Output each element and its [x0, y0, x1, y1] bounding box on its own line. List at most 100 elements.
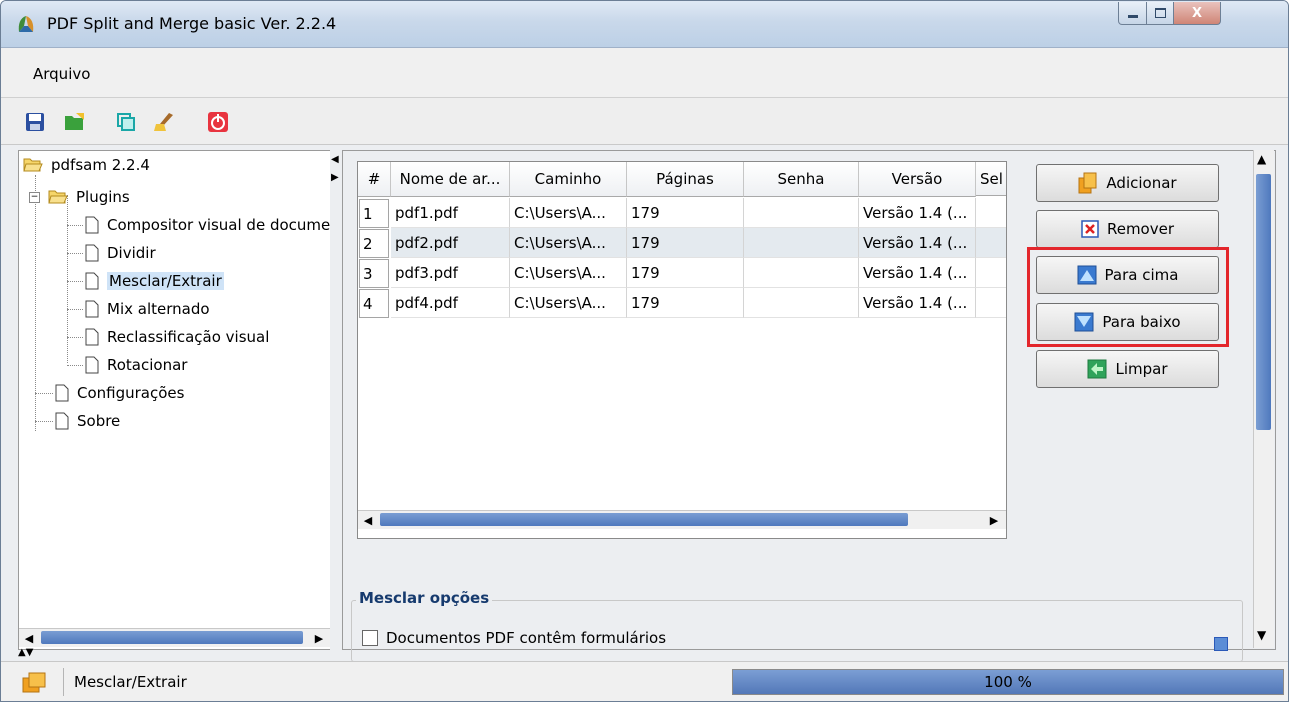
- column-header-pages[interactable]: Páginas: [627, 162, 744, 197]
- cell-name: pdf1.pdf: [391, 198, 510, 228]
- open-icon: [65, 113, 84, 130]
- row-number: 1: [359, 199, 389, 228]
- tree-plugins[interactable]: − Plugins: [29, 185, 130, 209]
- menu-arquivo[interactable]: Arquivo: [33, 65, 90, 83]
- app-window: PDF Split and Merge basic Ver. 2.2.4 X A…: [0, 0, 1289, 702]
- merge-options-title: Mesclar opções: [356, 589, 493, 607]
- tree-plugins-label: Plugins: [76, 188, 130, 206]
- document-icon: [85, 244, 99, 262]
- cell-path: C:\Users\A...: [510, 288, 627, 318]
- tree-item-mix-alternado[interactable]: Mix alternado: [85, 297, 210, 321]
- maximize-icon: [1154, 8, 1166, 18]
- tree-item-compositor[interactable]: Compositor visual de documentos: [85, 213, 331, 237]
- remove-button[interactable]: Remover: [1036, 210, 1219, 248]
- save-button[interactable]: [23, 110, 47, 134]
- scroll-left-icon[interactable]: ◀: [21, 631, 37, 645]
- open-button[interactable]: [63, 110, 87, 134]
- clear-button[interactable]: [152, 110, 176, 134]
- exit-button[interactable]: [206, 110, 230, 134]
- row-number: 4: [359, 289, 389, 318]
- tree-connector: [35, 393, 53, 394]
- tree-item-sobre[interactable]: Sobre: [55, 409, 120, 433]
- column-header-number[interactable]: #: [358, 162, 391, 197]
- cell-path: C:\Users\A...: [510, 228, 627, 258]
- cell-selection: [976, 288, 1006, 318]
- help-icon[interactable]: [1214, 637, 1228, 651]
- checkbox-box[interactable]: [362, 630, 378, 646]
- tree-item-mesclar-extrair[interactable]: Mesclar/Extrair: [85, 269, 224, 293]
- tree-item-rotacionar[interactable]: Rotacionar: [85, 353, 187, 377]
- panel-vertical-scrollbar[interactable]: ▲ ▼: [1253, 150, 1274, 648]
- folder-open-icon: [23, 158, 43, 172]
- scroll-left-icon[interactable]: ◀: [360, 513, 376, 527]
- tree-horizontal-scrollbar[interactable]: ◀ ▶: [19, 628, 331, 647]
- add-button[interactable]: Adicionar: [1036, 164, 1219, 202]
- cell-version: Versão 1.4 (...: [859, 288, 976, 318]
- cell-pages: 179: [627, 288, 744, 318]
- files-table: # Nome de ar... Caminho Páginas Senha Ve…: [357, 161, 1007, 539]
- forms-checkbox[interactable]: Documentos PDF contêm formulários: [362, 629, 666, 647]
- clear-list-button[interactable]: Limpar: [1036, 350, 1219, 388]
- plugin-status-icon: [22, 672, 46, 693]
- merge-panel: # Nome de ar... Caminho Páginas Senha Ve…: [342, 150, 1276, 662]
- tree-item-label: Mesclar/Extrair: [107, 272, 224, 290]
- scroll-right-icon[interactable]: ▶: [986, 513, 1002, 527]
- document-icon: [85, 356, 99, 374]
- tree-item-reclassificacao[interactable]: Reclassificação visual: [85, 325, 269, 349]
- cell-version: Versão 1.4 (...: [859, 258, 976, 288]
- folder-open-icon: [48, 190, 68, 204]
- table-horizontal-scrollbar[interactable]: ◀ ▶: [358, 510, 1006, 529]
- tree-item-configuracoes[interactable]: Configurações: [55, 381, 184, 405]
- minimize-button[interactable]: [1118, 2, 1147, 25]
- clear-list-icon: [1087, 359, 1107, 379]
- tree-root[interactable]: pdfsam 2.2.4: [23, 153, 150, 177]
- scrollbar-thumb[interactable]: [41, 631, 303, 644]
- tree-item-dividir[interactable]: Dividir: [85, 241, 156, 265]
- window-title: PDF Split and Merge basic Ver. 2.2.4: [47, 14, 337, 33]
- column-header-password[interactable]: Senha: [744, 162, 859, 197]
- column-header-path[interactable]: Caminho: [510, 162, 627, 197]
- tree-item-label: Configurações: [77, 384, 185, 402]
- toolbar: [1, 98, 1288, 145]
- scrollbar-thumb[interactable]: [380, 513, 908, 526]
- splitter-arrows-icon[interactable]: ▲▼: [18, 648, 33, 658]
- document-icon: [85, 272, 99, 290]
- cell-selection: [976, 198, 1006, 228]
- column-header-version[interactable]: Versão: [859, 162, 976, 197]
- row-number: 3: [359, 259, 389, 288]
- scroll-right-icon[interactable]: ▶: [311, 631, 327, 645]
- tree-connector: [67, 337, 83, 338]
- tree-connector: [67, 309, 83, 310]
- scroll-down-icon[interactable]: ▼: [1257, 628, 1266, 642]
- document-icon: [85, 216, 99, 234]
- maximize-button[interactable]: [1146, 2, 1174, 25]
- merge-options-group: Mesclar opções Documentos PDF contêm for…: [351, 589, 1243, 662]
- menu-bar: Arquivo: [1, 48, 1288, 98]
- progress-bar: 100 %: [732, 669, 1284, 695]
- tree-connector: [67, 253, 83, 254]
- expand-right-icon[interactable]: ▶: [331, 172, 339, 183]
- close-button[interactable]: X: [1173, 2, 1221, 25]
- plugin-tree-pane: pdfsam 2.2.4 − Plugins Compositor visual…: [18, 150, 332, 650]
- document-icon: [55, 412, 69, 430]
- cell-name: pdf4.pdf: [391, 288, 510, 318]
- tree-item-label: Mix alternado: [107, 300, 210, 318]
- forms-checkbox-label: Documentos PDF contêm formulários: [386, 629, 667, 647]
- tree-connector: [67, 225, 83, 226]
- document-icon: [85, 328, 99, 346]
- environment-button[interactable]: [114, 110, 138, 134]
- scrollbar-thumb[interactable]: [1256, 174, 1271, 430]
- clear-icon: [154, 113, 173, 131]
- pane-splitter[interactable]: ◀ ▶: [330, 150, 342, 650]
- close-icon: X: [1191, 5, 1203, 21]
- tree-root-label: pdfsam 2.2.4: [51, 156, 150, 174]
- column-header-selection[interactable]: Sel: [976, 162, 1006, 196]
- column-header-name[interactable]: Nome de ar...: [391, 162, 510, 197]
- plugin-tree: pdfsam 2.2.4 − Plugins Compositor visual…: [19, 151, 331, 621]
- collapse-left-icon[interactable]: ◀: [331, 154, 339, 165]
- scroll-up-icon[interactable]: ▲: [1257, 152, 1266, 166]
- title-bar: PDF Split and Merge basic Ver. 2.2.4 X: [1, 1, 1288, 48]
- cell-password: [744, 228, 859, 258]
- cell-version: Versão 1.4 (...: [859, 228, 976, 258]
- progress-label: 100 %: [984, 673, 1032, 691]
